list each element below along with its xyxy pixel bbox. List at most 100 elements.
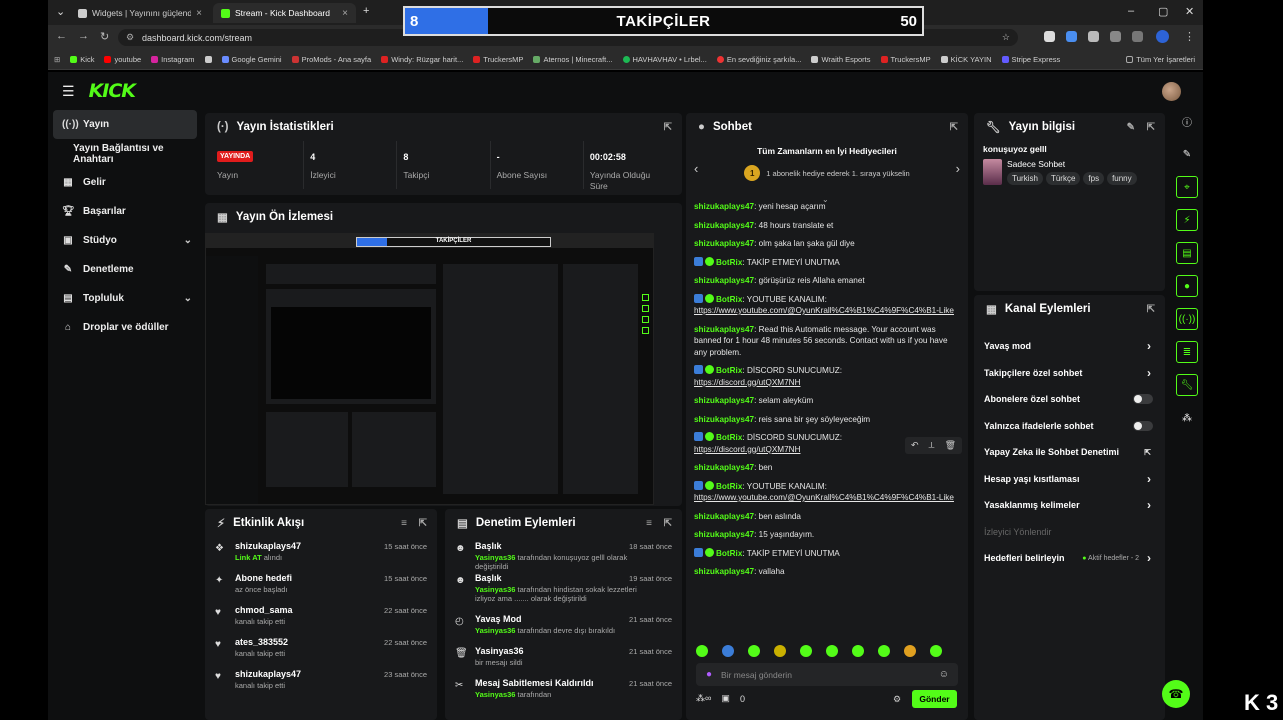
followers-only-row[interactable]: Takipçilere özel sohbet › [974, 360, 1165, 387]
emote-icon[interactable] [774, 645, 786, 657]
site-info-icon[interactable]: ⚙ [126, 32, 134, 43]
chat-username[interactable]: shizukaplays47 [694, 276, 754, 285]
category-name[interactable]: Sadece Sohbet [1007, 159, 1140, 169]
tab-search-icon[interactable]: ⌄ [56, 5, 65, 18]
extension-icon[interactable] [1088, 31, 1099, 42]
info-icon[interactable]: ⓘ [1176, 110, 1198, 132]
chat-username[interactable]: shizukaplays47 [694, 530, 754, 539]
chat-message[interactable]: shizukaplays47: görüşürüz reis Allaha em… [694, 275, 956, 287]
close-window-icon[interactable]: ✕ [1185, 5, 1194, 18]
chat-username[interactable]: shizukaplays47 [694, 396, 754, 405]
emote-icon[interactable] [826, 645, 838, 657]
popout-icon[interactable]: ⇱ [950, 122, 958, 133]
popout-icon[interactable]: ⇱ [1147, 122, 1155, 133]
chat-username[interactable]: shizukaplays47 [694, 325, 754, 334]
chevron-right-icon[interactable]: › [956, 161, 960, 176]
chat-message[interactable]: shizukaplays47: reis sana bir şey söyley… [694, 414, 956, 426]
activity-row[interactable]: ♥ ates_383552 kanalı takip etti 22 saat önc… [205, 633, 437, 665]
filter-icon[interactable]: ≡ [646, 518, 652, 529]
puzzle-icon[interactable] [1132, 31, 1143, 42]
tag[interactable]: Turkish [1007, 172, 1043, 185]
subscribers-only-toggle[interactable] [1133, 394, 1153, 405]
bookmark-youtube[interactable]: youtube [104, 55, 141, 64]
community-points-icon[interactable]: ⁂∞ [696, 693, 711, 704]
chat-username[interactable]: shizukaplays47 [694, 463, 754, 472]
banned-words-row[interactable]: Yasaklanmış kelimeler › [974, 492, 1165, 519]
chat-message[interactable]: shizukaplays47: ben aslında [694, 511, 956, 523]
bookmark-songs[interactable]: En sevdiğiniz şarkıla... [716, 55, 801, 64]
activity-row[interactable]: ♥ shizukaplays47 kanalı takip etti 23 saat … [205, 665, 437, 697]
new-tab-icon[interactable]: + [363, 5, 369, 17]
bookmark-promods[interactable]: ProMods - Ana sayfa [291, 55, 371, 64]
chat-link[interactable]: https://www.youtube.com/@OyunKrall%C4%B1… [694, 306, 954, 315]
chat-link[interactable]: https://discord.gg/utQXM7NH [694, 445, 800, 454]
chat-settings-icon[interactable]: ⚙ [893, 694, 901, 705]
reload-icon[interactable]: ↻ [100, 30, 109, 43]
tab-widgets[interactable]: Widgets | Yayınını güçlendirme × [70, 3, 210, 23]
tab-kick-dashboard[interactable]: Stream - Kick Dashboard × [213, 3, 356, 23]
all-bookmarks[interactable]: Tüm Yer İşaretleri [1126, 55, 1195, 64]
emote-icon[interactable] [904, 645, 916, 657]
broadcast-icon[interactable]: ((·)) [1176, 308, 1198, 330]
bookmark-item[interactable] [204, 56, 212, 63]
popout-icon[interactable]: ⇱ [1147, 304, 1155, 315]
moderation-row[interactable]: 🗑︎ Yasinyas36 bir mesajı sildi 21 saat önce [445, 642, 682, 674]
emote-icon[interactable] [878, 645, 890, 657]
chat-username[interactable]: BotRix [716, 295, 742, 304]
minimize-icon[interactable]: – [1128, 5, 1134, 17]
profile-avatar-icon[interactable] [1156, 30, 1169, 43]
popout-icon[interactable]: ⇱ [664, 518, 672, 529]
layers-icon[interactable]: ≣ [1176, 341, 1198, 363]
chat-username[interactable]: shizukaplays47 [694, 239, 754, 248]
close-tab-icon[interactable]: × [342, 8, 348, 19]
popout-icon[interactable]: ⇱ [664, 122, 672, 133]
mic-icon[interactable]: ● [706, 669, 712, 680]
extension-icon[interactable] [1110, 31, 1121, 42]
scan-icon[interactable]: ⌖ [1176, 176, 1198, 198]
emote-icon[interactable] [800, 645, 812, 657]
chat-username[interactable]: shizukaplays47 [694, 221, 754, 230]
chat-username[interactable]: shizukaplays47 [694, 567, 754, 576]
emote-icon[interactable] [696, 645, 708, 657]
moderation-row[interactable]: ☻ Başlık Yasinyas36 tarafından hindistan s… [445, 569, 682, 610]
apps-icon[interactable]: ⊞ [54, 55, 60, 64]
chat-message[interactable]: BotRix: TAKİP ETMEYİ UNUTMA [694, 256, 956, 269]
sidebar-item-basarilar[interactable]: 🏆︎ Başarılar [48, 197, 202, 226]
chat-message[interactable]: shizukaplays47: Read this Automatic mess… [694, 324, 956, 359]
chevron-left-icon[interactable]: ‹ [694, 161, 698, 176]
forward-icon[interactable]: → [78, 30, 89, 42]
close-tab-icon[interactable]: × [196, 8, 202, 19]
bookmark-truckersmp-2[interactable]: TruckersMP [880, 55, 931, 64]
emote-only-toggle[interactable] [1133, 420, 1153, 431]
extension-icon[interactable] [1066, 31, 1077, 42]
sidebar-item-yayin[interactable]: ((·)) Yayın [53, 110, 197, 139]
tag[interactable]: fps [1083, 172, 1105, 185]
chat-message[interactable]: BotRix: YOUTUBE KANALIM: https://www.yout… [694, 293, 956, 317]
emote-icon[interactable] [852, 645, 864, 657]
emote-icon[interactable] [930, 645, 942, 657]
slow-mode-row[interactable]: Yavaş mod › [974, 333, 1165, 360]
send-button[interactable]: Gönder [912, 690, 957, 708]
emote-icon[interactable] [748, 645, 760, 657]
gift-box-icon[interactable]: ▣ [721, 693, 730, 704]
chat-username[interactable]: BotRix [716, 433, 742, 442]
chat-message[interactable]: shizukaplays47: yeni hesap açarım [694, 201, 956, 213]
ai-moderation-row[interactable]: Yapay Zeka ile Sohbet Denetimi ⇱ [974, 439, 1165, 466]
bookmark-spotify[interactable]: HAVHAVHAV • Lrbel... [622, 55, 707, 64]
support-chat-icon[interactable]: ☎ [1162, 680, 1190, 708]
chat-message[interactable]: shizukaplays47: 48 hours translate et [694, 220, 956, 232]
chat-message[interactable]: shizukaplays47: ben [694, 462, 956, 474]
activity-row[interactable]: ✦ Abone hedefi az önce başladı 15 saat önce [205, 569, 437, 601]
sidebar-item-topluluk[interactable]: ▤ Topluluk ⌄ [48, 284, 202, 313]
bookmark-aternos[interactable]: Aternos | Minecraft... [533, 55, 613, 64]
bookmark-windy[interactable]: Windy: Rüzgar harit... [381, 55, 463, 64]
browser-menu-icon[interactable]: ⋮ [1184, 30, 1195, 43]
moderation-row[interactable]: ◴ Yavaş Mod Yasinyas36 tarafından devre dı… [445, 610, 682, 642]
sidebar-item-gelir[interactable]: ▦ Gelir [48, 168, 202, 197]
bookmark-instagram[interactable]: Instagram [151, 55, 195, 64]
tag[interactable]: Türkçe [1045, 172, 1081, 185]
chat-message[interactable]: shizukaplays47: olm şaka lan şaka gül di… [694, 238, 956, 250]
sidebar-item-denetleme[interactable]: ✎ Denetleme [48, 255, 202, 284]
chat-message[interactable]: BotRix: DİSCORD SUNUCUMUZ: https://discor… [694, 365, 956, 388]
reply-icon[interactable]: ↶ [911, 440, 919, 451]
